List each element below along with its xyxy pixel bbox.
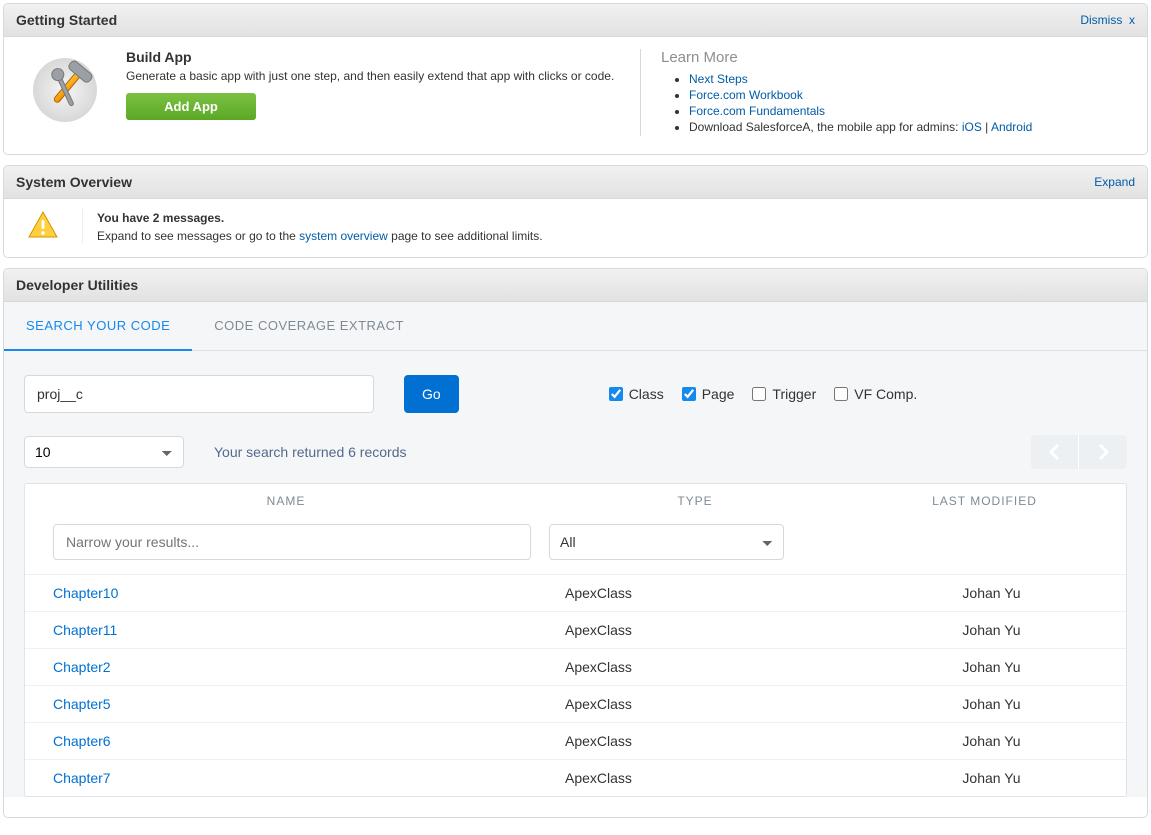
row-modified: Johan Yu <box>871 622 1112 638</box>
tab-search-your-code[interactable]: SEARCH YOUR CODE <box>4 302 192 351</box>
row-name-link[interactable]: Chapter6 <box>53 733 111 749</box>
tab-code-coverage-extract[interactable]: CODE COVERAGE EXTRACT <box>192 302 426 350</box>
filter-name-input[interactable] <box>53 524 531 560</box>
check-trigger[interactable]: Trigger <box>752 386 816 402</box>
row-modified: Johan Yu <box>871 770 1112 786</box>
add-app-button[interactable]: Add App <box>126 93 256 120</box>
row-name-link[interactable]: Chapter5 <box>53 696 111 712</box>
download-line: Download SalesforceA, the mobile app for… <box>689 120 1032 134</box>
link-ios[interactable]: iOS <box>962 120 982 134</box>
check-class-box[interactable] <box>609 387 623 401</box>
col-type-header[interactable]: TYPE <box>533 494 857 508</box>
row-name-link[interactable]: Chapter10 <box>53 585 118 601</box>
check-page-box[interactable] <box>682 387 696 401</box>
row-modified: Johan Yu <box>871 733 1112 749</box>
pager-prev-button[interactable] <box>1031 435 1079 469</box>
page-size-select[interactable]: 10 <box>24 436 184 468</box>
dev-tabs: SEARCH YOUR CODE CODE COVERAGE EXTRACT <box>4 302 1147 351</box>
system-overview-panel: System Overview Expand You have 2 messag… <box>3 165 1148 258</box>
build-app-desc: Generate a basic app with just one step,… <box>126 69 614 83</box>
link-next-steps[interactable]: Next Steps <box>689 72 748 86</box>
arrow-right-icon <box>1095 444 1111 460</box>
row-modified: Johan Yu <box>871 585 1112 601</box>
table-row: Chapter6 ApexClass Johan Yu <box>25 722 1126 759</box>
getting-started-header: Getting Started Dismiss x <box>4 4 1147 37</box>
results-table: NAME TYPE LAST MODIFIED All Chapter10 Ap… <box>24 483 1127 797</box>
search-input[interactable] <box>24 375 374 413</box>
filter-type-select[interactable]: All <box>549 524 784 560</box>
col-modified-header[interactable]: LAST MODIFIED <box>857 494 1112 508</box>
go-button[interactable]: Go <box>404 375 459 413</box>
row-type: ApexClass <box>547 585 871 601</box>
row-type: ApexClass <box>547 659 871 675</box>
row-name-link[interactable]: Chapter2 <box>53 659 111 675</box>
row-type: ApexClass <box>547 622 871 638</box>
link-android[interactable]: Android <box>991 120 1032 134</box>
developer-utilities-panel: Developer Utilities SEARCH YOUR CODE COD… <box>3 268 1148 818</box>
dismiss-x[interactable]: x <box>1129 13 1135 27</box>
developer-utilities-title: Developer Utilities <box>16 277 138 293</box>
build-app-title: Build App <box>126 49 614 65</box>
arrow-left-icon <box>1047 444 1063 460</box>
row-type: ApexClass <box>547 733 871 749</box>
system-overview-title: System Overview <box>16 174 132 190</box>
link-fundamentals[interactable]: Force.com Fundamentals <box>689 104 825 118</box>
check-vfcomp[interactable]: VF Comp. <box>834 386 917 402</box>
learn-more-title: Learn More <box>661 49 1032 66</box>
dismiss-link[interactable]: Dismiss <box>1080 13 1122 27</box>
check-trigger-box[interactable] <box>752 387 766 401</box>
expand-link[interactable]: Expand <box>1094 175 1135 189</box>
row-name-link[interactable]: Chapter11 <box>53 622 117 638</box>
vertical-divider <box>640 49 641 136</box>
table-row: Chapter5 ApexClass Johan Yu <box>25 685 1126 722</box>
row-modified: Johan Yu <box>871 659 1112 675</box>
table-row: Chapter2 ApexClass Johan Yu <box>25 648 1126 685</box>
developer-utilities-header: Developer Utilities <box>4 269 1147 302</box>
row-name-link[interactable]: Chapter7 <box>53 770 111 786</box>
warning-icon <box>18 209 68 241</box>
pager-next-button[interactable] <box>1079 435 1127 469</box>
table-row: Chapter7 ApexClass Johan Yu <box>25 759 1126 796</box>
system-overview-header: System Overview Expand <box>4 166 1147 199</box>
messages-count: You have 2 messages. <box>97 211 543 225</box>
hammer-wrench-icon <box>20 49 110 136</box>
row-modified: Johan Yu <box>871 696 1112 712</box>
row-type: ApexClass <box>547 770 871 786</box>
check-vfcomp-box[interactable] <box>834 387 848 401</box>
check-page[interactable]: Page <box>682 386 735 402</box>
getting-started-title: Getting Started <box>16 12 117 28</box>
link-workbook[interactable]: Force.com Workbook <box>689 88 803 102</box>
check-class[interactable]: Class <box>609 386 664 402</box>
table-row: Chapter11 ApexClass Johan Yu <box>25 611 1126 648</box>
row-type: ApexClass <box>547 696 871 712</box>
messages-detail: Expand to see messages or go to the syst… <box>97 229 543 243</box>
results-message: Your search returned 6 records <box>184 444 1031 460</box>
table-row: Chapter10 ApexClass Johan Yu <box>25 574 1126 611</box>
col-name-header[interactable]: NAME <box>39 494 533 508</box>
system-overview-link[interactable]: system overview <box>299 229 388 243</box>
getting-started-panel: Getting Started Dismiss x <box>3 3 1148 155</box>
